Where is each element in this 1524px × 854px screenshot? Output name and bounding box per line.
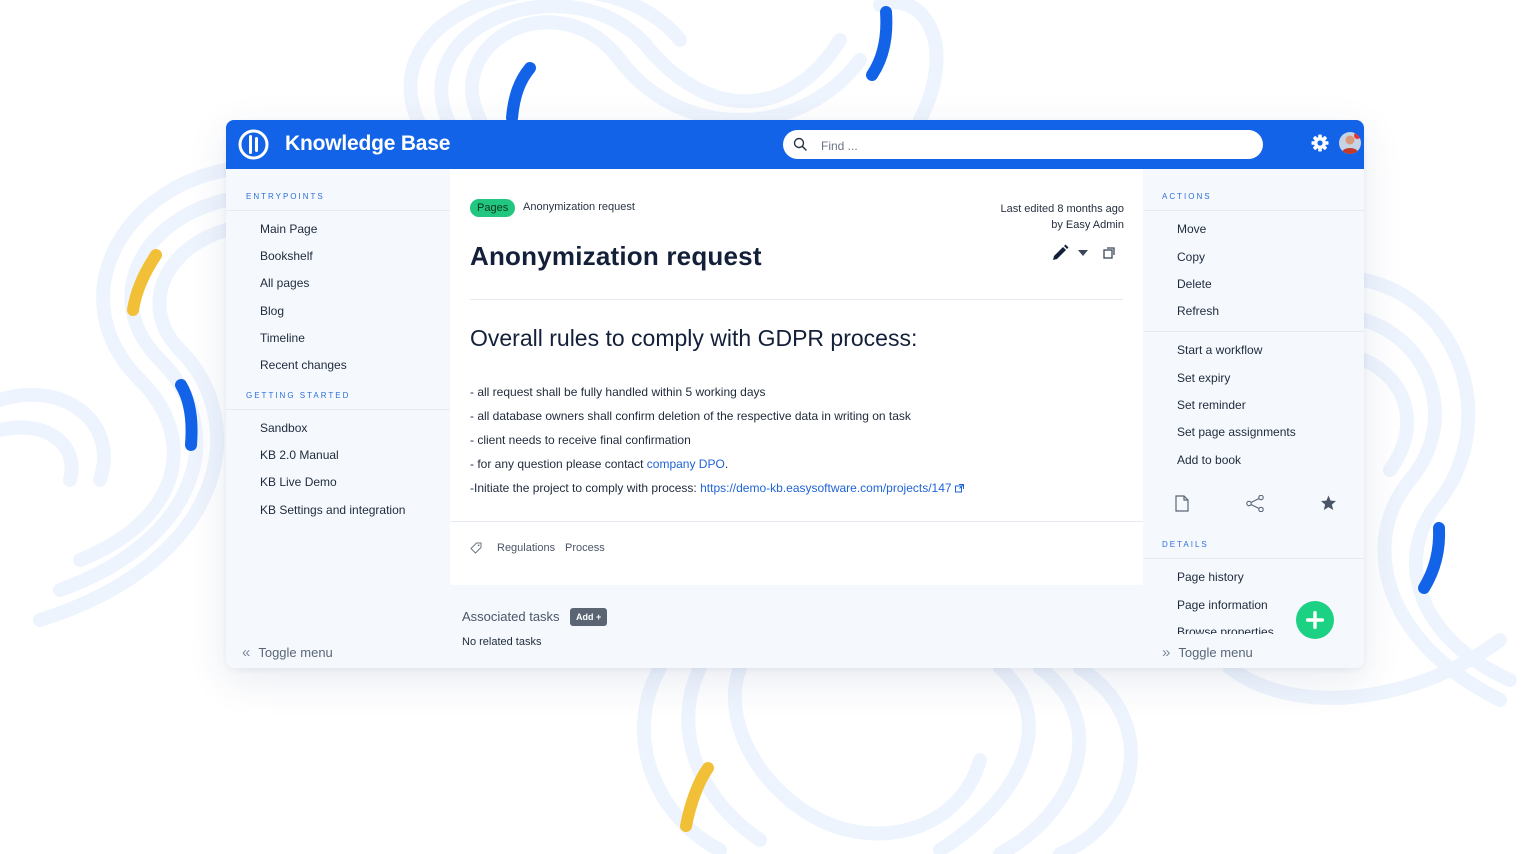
top-bar: Knowledge Base (226, 120, 1364, 169)
star-icon[interactable] (1320, 495, 1337, 511)
rule-line-project: -Initiate the project to comply with pro… (470, 481, 964, 495)
edit-toolbar (1051, 244, 1141, 264)
section-divider (226, 409, 450, 410)
nav-item-sandbox[interactable]: Sandbox (260, 421, 307, 435)
pencil-icon[interactable] (1051, 244, 1069, 262)
section-divider (1144, 210, 1364, 211)
document-icon[interactable] (1175, 495, 1189, 512)
double-chevron-left-icon: « (242, 644, 251, 661)
caret-down-icon[interactable] (1078, 250, 1088, 256)
nav-item-blog[interactable]: Blog (260, 304, 284, 318)
add-task-button[interactable]: Add + (570, 608, 608, 626)
entrypoints-heading: ENTRYPOINTS (246, 192, 325, 201)
edited-by-user[interactable]: Easy Admin (1066, 219, 1124, 231)
edited-by-prefix: by (1051, 219, 1063, 231)
share-icon[interactable] (1246, 495, 1264, 512)
action-copy[interactable]: Copy (1177, 250, 1205, 264)
nav-item-kb-manual[interactable]: KB 2.0 Manual (260, 448, 339, 462)
gear-icon[interactable] (1310, 133, 1330, 153)
notification-dot (1354, 132, 1361, 139)
tag-regulations[interactable]: Regulations (497, 542, 555, 554)
details-heading: DETAILS (1162, 540, 1209, 549)
tag-icon (470, 542, 482, 554)
nav-item-recent-changes[interactable]: Recent changes (260, 358, 347, 372)
page-title: Anonymization request (470, 241, 762, 271)
section-divider (1144, 558, 1364, 559)
section-divider (1144, 331, 1364, 332)
detail-browse-properties[interactable]: Browse properties (1177, 625, 1274, 634)
getting-started-heading: GETTING STARTED (246, 391, 351, 400)
last-edited: Last edited 8 months ago by Easy Admin (1000, 201, 1124, 233)
title-divider (470, 299, 1123, 300)
edited-when: 8 months ago (1057, 203, 1124, 215)
no-tasks-text: No related tasks (462, 636, 542, 648)
app-title: Knowledge Base (285, 132, 451, 155)
action-set-expiry[interactable]: Set expiry (1177, 371, 1230, 385)
pages-badge[interactable]: Pages (470, 199, 516, 217)
rule-project-text: -Initiate the project to comply with pro… (470, 481, 697, 495)
detail-page-information[interactable]: Page information (1177, 598, 1268, 612)
page-content: Pages Anonymization request Last edited … (450, 169, 1143, 585)
search-box[interactable] (783, 130, 1263, 159)
action-refresh[interactable]: Refresh (1177, 304, 1219, 318)
tags-divider (450, 521, 1143, 522)
actions-heading: ACTIONS (1162, 192, 1212, 201)
app-window: Knowledge Base Find ... ENTRYPOINTS Main… (226, 120, 1364, 668)
create-fab-button[interactable] (1296, 601, 1334, 639)
toggle-menu-label: Toggle menu (1178, 645, 1253, 660)
rule-contact-suffix: . (724, 457, 729, 471)
app-logo-icon[interactable] (238, 129, 269, 160)
search-icon (793, 137, 807, 151)
content-heading: Overall rules to comply with GDPR proces… (470, 325, 918, 351)
external-link-icon (954, 484, 964, 493)
plus-icon (1306, 611, 1324, 629)
double-chevron-right-icon: » (1162, 644, 1171, 661)
breadcrumb[interactable]: Anonymization request (523, 201, 635, 213)
left-sidebar: ENTRYPOINTS Main Page Bookshelf All page… (226, 169, 450, 668)
action-set-page-assignments[interactable]: Set page assignments (1177, 425, 1296, 439)
action-add-to-book[interactable]: Add to book (1177, 453, 1241, 467)
edited-prefix: Last edited (1000, 203, 1055, 215)
tag-process[interactable]: Process (565, 542, 605, 554)
nav-item-timeline[interactable]: Timeline (260, 331, 305, 345)
user-avatar[interactable] (1339, 132, 1361, 154)
rule-contact-text: - for any question please contact (470, 457, 644, 471)
nav-item-kb-live-demo[interactable]: KB Live Demo (260, 475, 337, 489)
toggle-left-menu[interactable]: « Toggle menu (242, 644, 333, 661)
toggle-menu-label: Toggle menu (258, 645, 333, 660)
section-divider (226, 210, 450, 211)
detail-page-history[interactable]: Page history (1177, 570, 1244, 584)
right-sidebar: ACTIONS Move Copy Delete Refresh Start a… (1144, 169, 1364, 668)
nav-item-bookshelf[interactable]: Bookshelf (260, 249, 313, 263)
nav-item-all-pages[interactable]: All pages (260, 276, 309, 290)
rule-line: - all database owners shall confirm dele… (470, 409, 911, 423)
rule-line-contact: - for any question please contact compan… (470, 457, 728, 471)
company-dpo-link[interactable]: company DPO (647, 457, 725, 471)
project-link[interactable]: https://demo-kb.easysoftware.com/project… (700, 481, 951, 495)
rule-line: - client needs to receive final confirma… (470, 433, 691, 447)
popout-icon[interactable] (1103, 247, 1115, 259)
action-move[interactable]: Move (1177, 222, 1206, 236)
nav-item-kb-settings[interactable]: KB Settings and integration (260, 503, 405, 517)
search-input[interactable] (819, 134, 1243, 157)
action-start-workflow[interactable]: Start a workflow (1177, 343, 1262, 357)
toggle-right-menu[interactable]: » Toggle menu (1162, 644, 1253, 661)
action-set-reminder[interactable]: Set reminder (1177, 398, 1246, 412)
rule-line: - all request shall be fully handled wit… (470, 385, 766, 399)
nav-item-main-page[interactable]: Main Page (260, 222, 317, 236)
action-delete[interactable]: Delete (1177, 277, 1212, 291)
associated-tasks-heading: Associated tasks (462, 609, 560, 624)
